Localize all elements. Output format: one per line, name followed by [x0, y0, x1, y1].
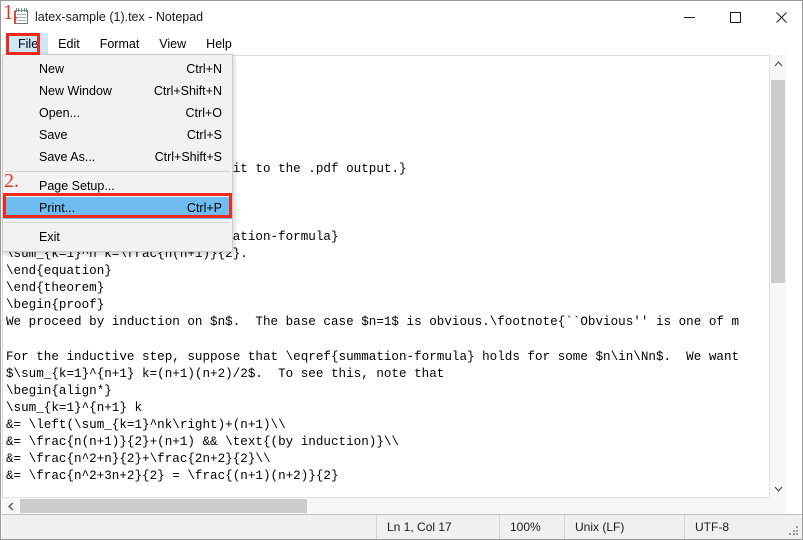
menu-item-save-as[interactable]: Save As... Ctrl+Shift+S [3, 146, 232, 168]
notepad-window: 1. latex-sample (1).tex - Notepad File E… [0, 0, 803, 540]
menu-bar: File Edit Format View Help [1, 33, 802, 55]
horizontal-scrollbar-thumb[interactable] [20, 499, 307, 513]
menu-item-new-label: New [39, 62, 65, 76]
minimize-button[interactable] [666, 1, 712, 33]
menu-item-page-setup[interactable]: Page Setup... [3, 175, 232, 197]
menu-help[interactable]: Help [196, 33, 242, 55]
menu-item-print[interactable]: Print... Ctrl+P [3, 197, 232, 219]
menu-item-save-as-accel: Ctrl+Shift+S [154, 150, 222, 164]
menu-item-new-window-label: New Window [39, 84, 112, 98]
menu-format-label: Format [99, 37, 140, 51]
menu-item-open-accel: Ctrl+O [185, 106, 222, 120]
menu-item-save-as-label: Save As... [39, 150, 96, 164]
status-bar-filler [2, 515, 376, 539]
menu-help-label: Help [206, 37, 232, 51]
window-controls [666, 1, 802, 33]
menu-item-new[interactable]: New Ctrl+N [3, 58, 232, 80]
close-icon [775, 11, 787, 23]
menu-item-open-label: Open... [39, 106, 80, 120]
menu-separator-1 [5, 171, 230, 172]
minimize-icon [683, 16, 695, 18]
menu-view-label: View [159, 37, 187, 51]
maximize-icon [729, 11, 741, 23]
title-bar: 1. latex-sample (1).tex - Notepad [1, 1, 802, 33]
menu-item-new-accel: Ctrl+N [186, 62, 222, 76]
status-position: Ln 1, Col 17 [376, 515, 499, 539]
title-bar-icon-area: 1. [1, 1, 35, 33]
status-bar: Ln 1, Col 17 100% Unix (LF) UTF-8 [2, 514, 802, 539]
menu-separator-2 [5, 222, 230, 223]
menu-item-print-accel: Ctrl+P [186, 201, 222, 215]
vertical-scrollbar[interactable] [769, 55, 786, 497]
menu-item-save-accel: Ctrl+S [186, 128, 222, 142]
menu-format[interactable]: Format [90, 33, 150, 55]
menu-item-print-label: Print... [39, 201, 76, 215]
vertical-scrollbar-thumb[interactable] [771, 80, 785, 283]
resize-grip-icon[interactable] [789, 526, 799, 536]
chevron-down-icon[interactable] [770, 480, 786, 497]
chevron-left-icon[interactable] [2, 498, 19, 514]
menu-item-page-setup-label: Page Setup... [39, 179, 115, 193]
menu-file[interactable]: File [8, 33, 49, 55]
menu-item-exit[interactable]: Exit [3, 226, 232, 248]
status-line-ending: Unix (LF) [564, 515, 684, 539]
horizontal-scrollbar[interactable] [2, 497, 786, 514]
menu-item-open[interactable]: Open... Ctrl+O [3, 102, 232, 124]
menu-item-save[interactable]: Save Ctrl+S [3, 124, 232, 146]
chevron-up-icon[interactable] [770, 55, 786, 72]
scrollbar-corner [769, 497, 786, 514]
menu-item-new-window-accel: Ctrl+Shift+N [153, 84, 222, 98]
menu-item-exit-label: Exit [39, 230, 60, 244]
file-dropdown-menu: New Ctrl+N New Window Ctrl+Shift+N Open.… [2, 54, 233, 252]
maximize-button[interactable] [712, 1, 758, 33]
close-button[interactable] [758, 1, 802, 33]
menu-item-save-label: Save [39, 128, 68, 142]
menu-view[interactable]: View [149, 33, 196, 55]
annotation-step-one: 1. [3, 0, 18, 24]
menu-item-new-window[interactable]: New Window Ctrl+Shift+N [3, 80, 232, 102]
status-encoding: UTF-8 [684, 515, 802, 539]
menu-edit-label: Edit [58, 37, 80, 51]
menu-edit[interactable]: Edit [48, 33, 90, 55]
window-title: latex-sample (1).tex - Notepad [35, 10, 204, 24]
status-zoom[interactable]: 100% [499, 515, 564, 539]
annotation-step-two: 2. [4, 170, 19, 192]
menu-file-label: File [18, 37, 39, 51]
